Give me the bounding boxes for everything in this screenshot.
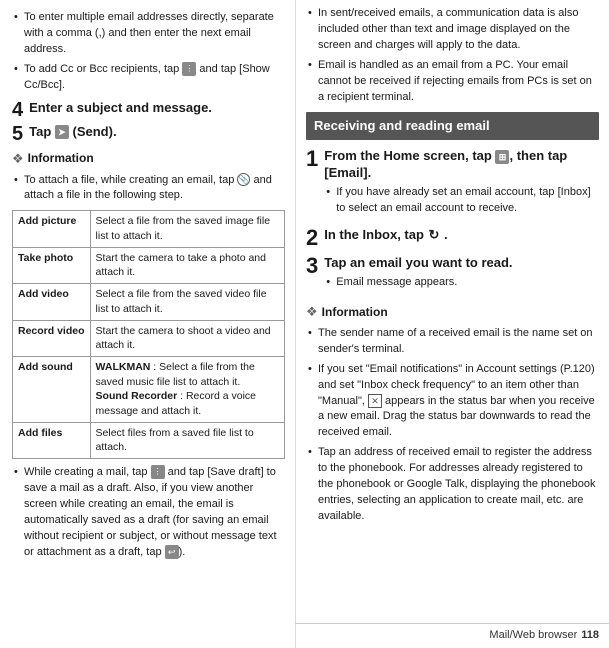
right-top-bullets: In sent/received emails, a communication… <box>306 6 599 106</box>
bullet-item: To enter multiple email addresses direct… <box>12 10 285 58</box>
right-column: In sent/received emails, a communication… <box>295 0 609 648</box>
right-step-2-title: In the Inbox, tap ↻ . <box>324 227 447 244</box>
send-icon: ➤ <box>55 125 69 139</box>
table-action-cell: Record video <box>13 320 91 356</box>
step3-sub-bullets: Email message appears. <box>324 275 512 291</box>
table-action-cell: Take photo <box>13 247 91 283</box>
step-4-row: 4 Enter a subject and message. <box>12 100 285 120</box>
home-icon: ⊞ <box>495 150 509 164</box>
right-bullet-item: Email is handled as an email from a PC. … <box>306 58 599 106</box>
menu-icon-2: ⋮ <box>151 465 165 479</box>
step1-sub-bullets: If you have already set an email account… <box>324 185 599 217</box>
diamond-icon: ❖ <box>12 150 24 169</box>
walkman-label: WALKMAN <box>96 361 151 373</box>
table-desc-cell: Select a file from the saved image file … <box>90 211 284 247</box>
right-info-header: ❖ Information <box>306 303 599 322</box>
bottom-bullets: While creating a mail, tap ⋮ and tap [Sa… <box>12 465 285 561</box>
menu-icon: ⋮ <box>182 62 196 76</box>
right-step-2-number: 2 <box>306 227 318 249</box>
bullet-item: To add Cc or Bcc recipients, tap ⋮ and t… <box>12 62 285 94</box>
left-column: To enter multiple email addresses direct… <box>0 0 295 648</box>
info-header: ❖ Information <box>12 150 285 169</box>
table-action-cell: Add sound <box>13 356 91 422</box>
step-5-row: 5 Tap ➤ (Send). <box>12 124 285 144</box>
table-action-cell: Add picture <box>13 211 91 247</box>
top-bullets: To enter multiple email addresses direct… <box>12 10 285 94</box>
table-row: Add sound WALKMAN : Select a file from t… <box>13 356 285 422</box>
table-desc-cell: Start the camera to take a photo and att… <box>90 247 284 283</box>
table-row: Add picture Select a file from the saved… <box>13 211 285 247</box>
back-icon: ↩ <box>165 545 179 559</box>
right-info-bullet-0: The sender name of a received email is t… <box>306 326 599 358</box>
table-row: Record video Start the camera to shoot a… <box>13 320 285 356</box>
footer-bar: Mail/Web browser 118 <box>295 623 609 648</box>
table-action-cell: Add video <box>13 284 91 320</box>
section-banner: Receiving and reading email <box>306 112 599 141</box>
step-4-title: Enter a subject and message. <box>29 100 212 117</box>
right-info-bullets: The sender name of a received email is t… <box>306 326 599 525</box>
step1-bullet: If you have already set an email account… <box>324 185 599 217</box>
info-bullet-item: To attach a file, while creating an emai… <box>12 173 285 205</box>
right-diamond-icon: ❖ <box>306 303 318 322</box>
step3-bullet: Email message appears. <box>324 275 512 291</box>
right-step-3-content: Tap an email you want to read. Email mes… <box>324 255 512 297</box>
table-row: Add video Select a file from the saved v… <box>13 284 285 320</box>
step-5-title: Tap ➤ (Send). <box>29 124 116 141</box>
footer-label: Mail/Web browser <box>489 628 577 644</box>
right-step-3-row: 3 Tap an email you want to read. Email m… <box>306 255 599 297</box>
right-info-label: Information <box>322 304 388 321</box>
sound-recorder-label: Sound Recorder <box>96 390 178 402</box>
table-desc-cell: WALKMAN : Select a file from the saved m… <box>90 356 284 422</box>
attach-icon: 📎 <box>237 173 250 186</box>
info-bullet-list: To attach a file, while creating an emai… <box>12 173 285 205</box>
attach-options-table: Add picture Select a file from the saved… <box>12 210 285 459</box>
step-4-number: 4 <box>12 100 23 120</box>
refresh-icon: ↻ <box>429 227 440 244</box>
info-label: Information <box>28 150 94 167</box>
right-step-1-row: 1 From the Home screen, tap ⊞, then tap … <box>306 148 599 223</box>
notification-icon: ✕ <box>368 394 382 408</box>
right-step-1-title: From the Home screen, tap ⊞, then tap [E… <box>324 148 599 182</box>
footer-page-number: 118 <box>581 628 599 644</box>
right-bullet-item: In sent/received emails, a communication… <box>306 6 599 54</box>
right-info-bullet-1: If you set "Email notifications" in Acco… <box>306 362 599 442</box>
right-step-3-title: Tap an email you want to read. <box>324 255 512 272</box>
table-action-cell: Add files <box>13 422 91 458</box>
table-desc-cell: Select files from a saved file list to a… <box>90 422 284 458</box>
right-step-1-number: 1 <box>306 148 318 170</box>
table-desc-cell: Select a file from the saved video file … <box>90 284 284 320</box>
step-5-number: 5 <box>12 124 23 144</box>
right-step-2-row: 2 In the Inbox, tap ↻ . <box>306 227 599 249</box>
table-row: Add files Select files from a saved file… <box>13 422 285 458</box>
right-step-3-number: 3 <box>306 255 318 277</box>
right-info-bullet-2: Tap an address of received email to regi… <box>306 445 599 525</box>
table-row: Take photo Start the camera to take a ph… <box>13 247 285 283</box>
table-desc-cell: Start the camera to shoot a video and at… <box>90 320 284 356</box>
right-step-1-content: From the Home screen, tap ⊞, then tap [E… <box>324 148 599 223</box>
page: To enter multiple email addresses direct… <box>0 0 609 648</box>
bottom-bullet-item: While creating a mail, tap ⋮ and tap [Sa… <box>12 465 285 561</box>
